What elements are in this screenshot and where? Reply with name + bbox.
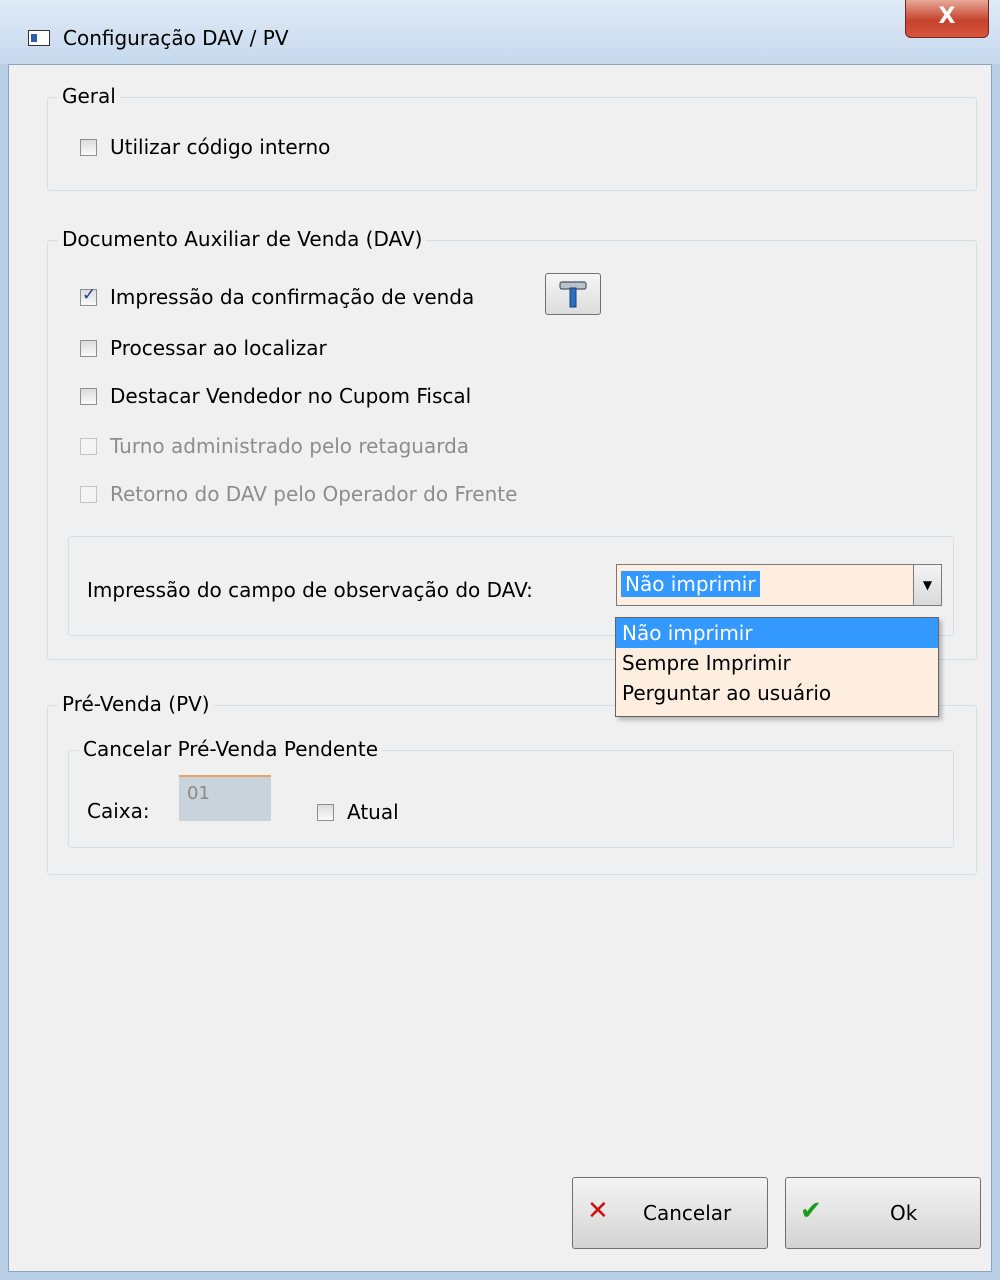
dropdown-option[interactable]: Perguntar ao usuário xyxy=(616,678,938,708)
x-icon: ✕ xyxy=(587,1196,609,1226)
dialog-window: Configuração DAV / PV X Geral Utilizar c… xyxy=(0,0,1000,1280)
destacar-vendedor-checkbox[interactable] xyxy=(80,387,97,405)
caixa-label: Caixa: xyxy=(87,799,150,823)
observacao-label: Impressão do campo de observação do DAV: xyxy=(87,578,533,602)
group-pv-title: Pré-Venda (PV) xyxy=(58,692,214,716)
dialog-client-area: Geral Utilizar código interno Documento … xyxy=(8,64,992,1272)
window-title: Configuração DAV / PV xyxy=(63,26,289,50)
cancel-button-label: Cancelar xyxy=(643,1201,732,1225)
group-cancelar-title: Cancelar Pré-Venda Pendente xyxy=(79,737,382,761)
ok-button[interactable]: ✔ Ok xyxy=(785,1177,981,1249)
observacao-combobox[interactable]: Não imprimir ▼ xyxy=(616,564,942,606)
ok-button-label: Ok xyxy=(890,1201,918,1225)
configure-printing-button[interactable] xyxy=(545,273,601,315)
turno-administrado-option: Turno administrado pelo retaguarda xyxy=(80,434,469,458)
turno-administrado-label: Turno administrado pelo retaguarda xyxy=(110,434,470,458)
group-dav-title: Documento Auxiliar de Venda (DAV) xyxy=(58,227,427,251)
impressao-confirmacao-label: Impressão da confirmação de venda xyxy=(110,285,475,309)
check-icon: ✔ xyxy=(800,1196,822,1226)
retorno-dav-checkbox xyxy=(80,485,97,503)
utilizar-codigo-interno-option[interactable]: Utilizar código interno xyxy=(80,135,330,159)
close-button[interactable]: X xyxy=(905,0,989,38)
processar-localizar-label: Processar ao localizar xyxy=(110,336,327,360)
app-window-icon xyxy=(28,30,50,46)
observacao-selected-value: Não imprimir xyxy=(621,571,760,597)
group-geral: Geral Utilizar código interno xyxy=(47,84,977,191)
group-geral-title: Geral xyxy=(58,84,120,108)
utilizar-codigo-interno-label: Utilizar código interno xyxy=(110,135,331,159)
caixa-input[interactable]: 01 xyxy=(179,775,271,821)
impressao-confirmacao-option[interactable]: Impressão da confirmação de venda xyxy=(80,285,474,309)
atual-checkbox[interactable] xyxy=(317,803,334,821)
title-bar[interactable]: Configuração DAV / PV X xyxy=(0,0,1000,64)
processar-localizar-option[interactable]: Processar ao localizar xyxy=(80,336,327,360)
processar-localizar-checkbox[interactable] xyxy=(80,339,97,357)
cancel-button[interactable]: ✕ Cancelar xyxy=(572,1177,768,1249)
hammer-icon xyxy=(559,281,587,308)
utilizar-codigo-interno-checkbox[interactable] xyxy=(80,138,97,156)
retorno-dav-label: Retorno do DAV pelo Operador do Frente xyxy=(110,482,518,506)
impressao-confirmacao-checkbox[interactable] xyxy=(80,285,97,306)
dropdown-option[interactable]: Sempre Imprimir xyxy=(616,648,938,678)
destacar-vendedor-label: Destacar Vendedor no Cupom Fiscal xyxy=(110,384,472,408)
group-cancelar-pendente: Cancelar Pré-Venda Pendente Caixa: 01 At… xyxy=(68,737,954,848)
dropdown-arrow-icon[interactable]: ▼ xyxy=(913,565,941,605)
dropdown-option[interactable]: Não imprimir xyxy=(616,618,938,648)
atual-option[interactable]: Atual xyxy=(317,800,399,824)
group-pv: Pré-Venda (PV) Cancelar Pré-Venda Penden… xyxy=(47,692,977,875)
observacao-dropdown-list[interactable]: Não imprimir Sempre Imprimir Perguntar a… xyxy=(615,617,939,717)
turno-administrado-checkbox xyxy=(80,437,97,455)
atual-label: Atual xyxy=(347,800,399,824)
destacar-vendedor-option[interactable]: Destacar Vendedor no Cupom Fiscal xyxy=(80,384,471,408)
retorno-dav-option: Retorno do DAV pelo Operador do Frente xyxy=(80,482,517,506)
